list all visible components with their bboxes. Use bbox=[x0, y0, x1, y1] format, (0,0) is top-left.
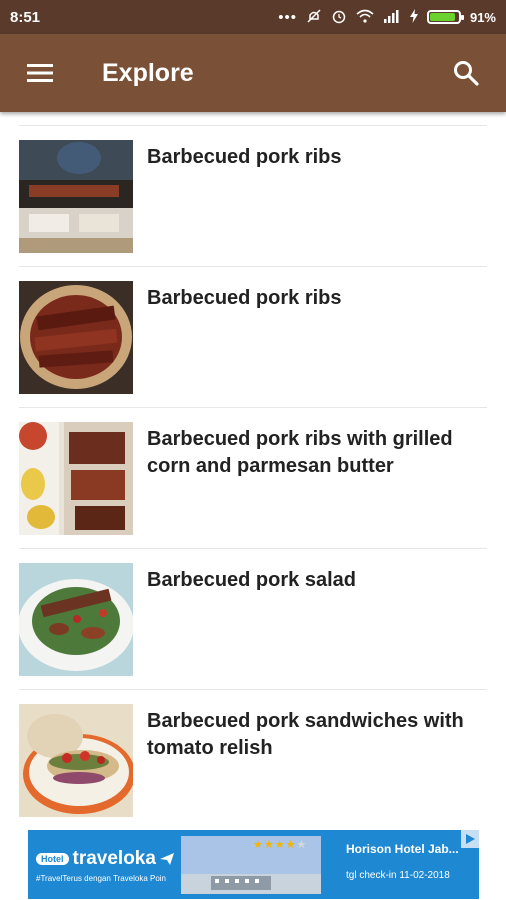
ad-brand: traveloka bbox=[72, 848, 156, 869]
recipe-title: Barbecued pork ribs bbox=[147, 146, 342, 168]
pork-salad-photo bbox=[19, 563, 133, 676]
ad-hotel-name: Horison Hotel Jab... bbox=[346, 842, 459, 856]
ad-checkin: tgl check-in 11-02-2018 bbox=[346, 870, 450, 881]
alarm-icon bbox=[331, 8, 347, 27]
hotel-photo: ★ ★ ★ ★ ★ bbox=[181, 836, 321, 894]
star-icon: ★ bbox=[263, 839, 274, 851]
recipe-list: Barbecued pork ribs Barbecued pork ribs bbox=[0, 125, 506, 830]
status-bar: 8:51 ••• 91% bbox=[0, 0, 506, 34]
ribs-on-parchment-photo bbox=[19, 281, 133, 394]
signal-icon bbox=[383, 9, 401, 26]
page-title: Explore bbox=[102, 58, 194, 87]
star-icon: ★ bbox=[296, 839, 307, 851]
search-icon bbox=[454, 61, 479, 86]
status-time: 8:51 bbox=[10, 8, 41, 26]
mute-icon bbox=[306, 8, 322, 27]
search-button[interactable] bbox=[440, 47, 492, 99]
ad-logo: Hotel traveloka bbox=[36, 848, 174, 870]
battery-percent: 91% bbox=[469, 9, 496, 25]
bird-logo-icon bbox=[159, 853, 174, 865]
menu-button[interactable] bbox=[14, 47, 66, 99]
recipe-item[interactable]: Barbecued pork ribs bbox=[19, 125, 487, 266]
recipe-item[interactable]: Barbecued pork sandwiches with tomato re… bbox=[19, 689, 487, 830]
ad-banner[interactable]: Hotel traveloka #TravelTerus dengan Trav… bbox=[28, 830, 479, 899]
recipe-title: Barbecued pork sandwiches with tomato re… bbox=[147, 710, 464, 759]
star-icon: ★ bbox=[253, 839, 263, 851]
recipe-item[interactable]: Barbecued pork ribs with grilled corn an… bbox=[19, 407, 487, 548]
star-icon: ★ bbox=[285, 839, 296, 851]
ribs-and-corn-photo bbox=[19, 422, 133, 535]
pork-sandwich-photo bbox=[19, 704, 133, 817]
recipe-title: Barbecued pork ribs with grilled corn an… bbox=[147, 428, 453, 477]
recipe-item[interactable]: Barbecued pork ribs bbox=[19, 266, 487, 407]
rating-stars: ★ ★ ★ ★ ★ bbox=[253, 838, 306, 851]
battery-icon bbox=[426, 10, 464, 24]
more-dots-icon: ••• bbox=[278, 8, 297, 26]
star-icon: ★ bbox=[274, 839, 285, 851]
recipe-item[interactable]: Barbecued pork salad bbox=[19, 548, 487, 689]
ad-hotel-label: Hotel bbox=[36, 853, 69, 865]
status-icons: ••• 91% bbox=[278, 8, 496, 27]
app-bar: Explore bbox=[0, 34, 506, 112]
recipe-title: Barbecued pork salad bbox=[147, 569, 356, 591]
ad-choices-icon[interactable] bbox=[461, 830, 479, 848]
ad-tagline: #TravelTerus dengan Traveloka Poin bbox=[36, 874, 166, 883]
hamburger-menu-icon bbox=[27, 64, 53, 82]
charging-icon bbox=[409, 8, 418, 26]
wifi-icon bbox=[356, 9, 374, 26]
recipe-title: Barbecued pork ribs bbox=[147, 287, 342, 309]
bbq-grill-photo bbox=[19, 140, 133, 253]
